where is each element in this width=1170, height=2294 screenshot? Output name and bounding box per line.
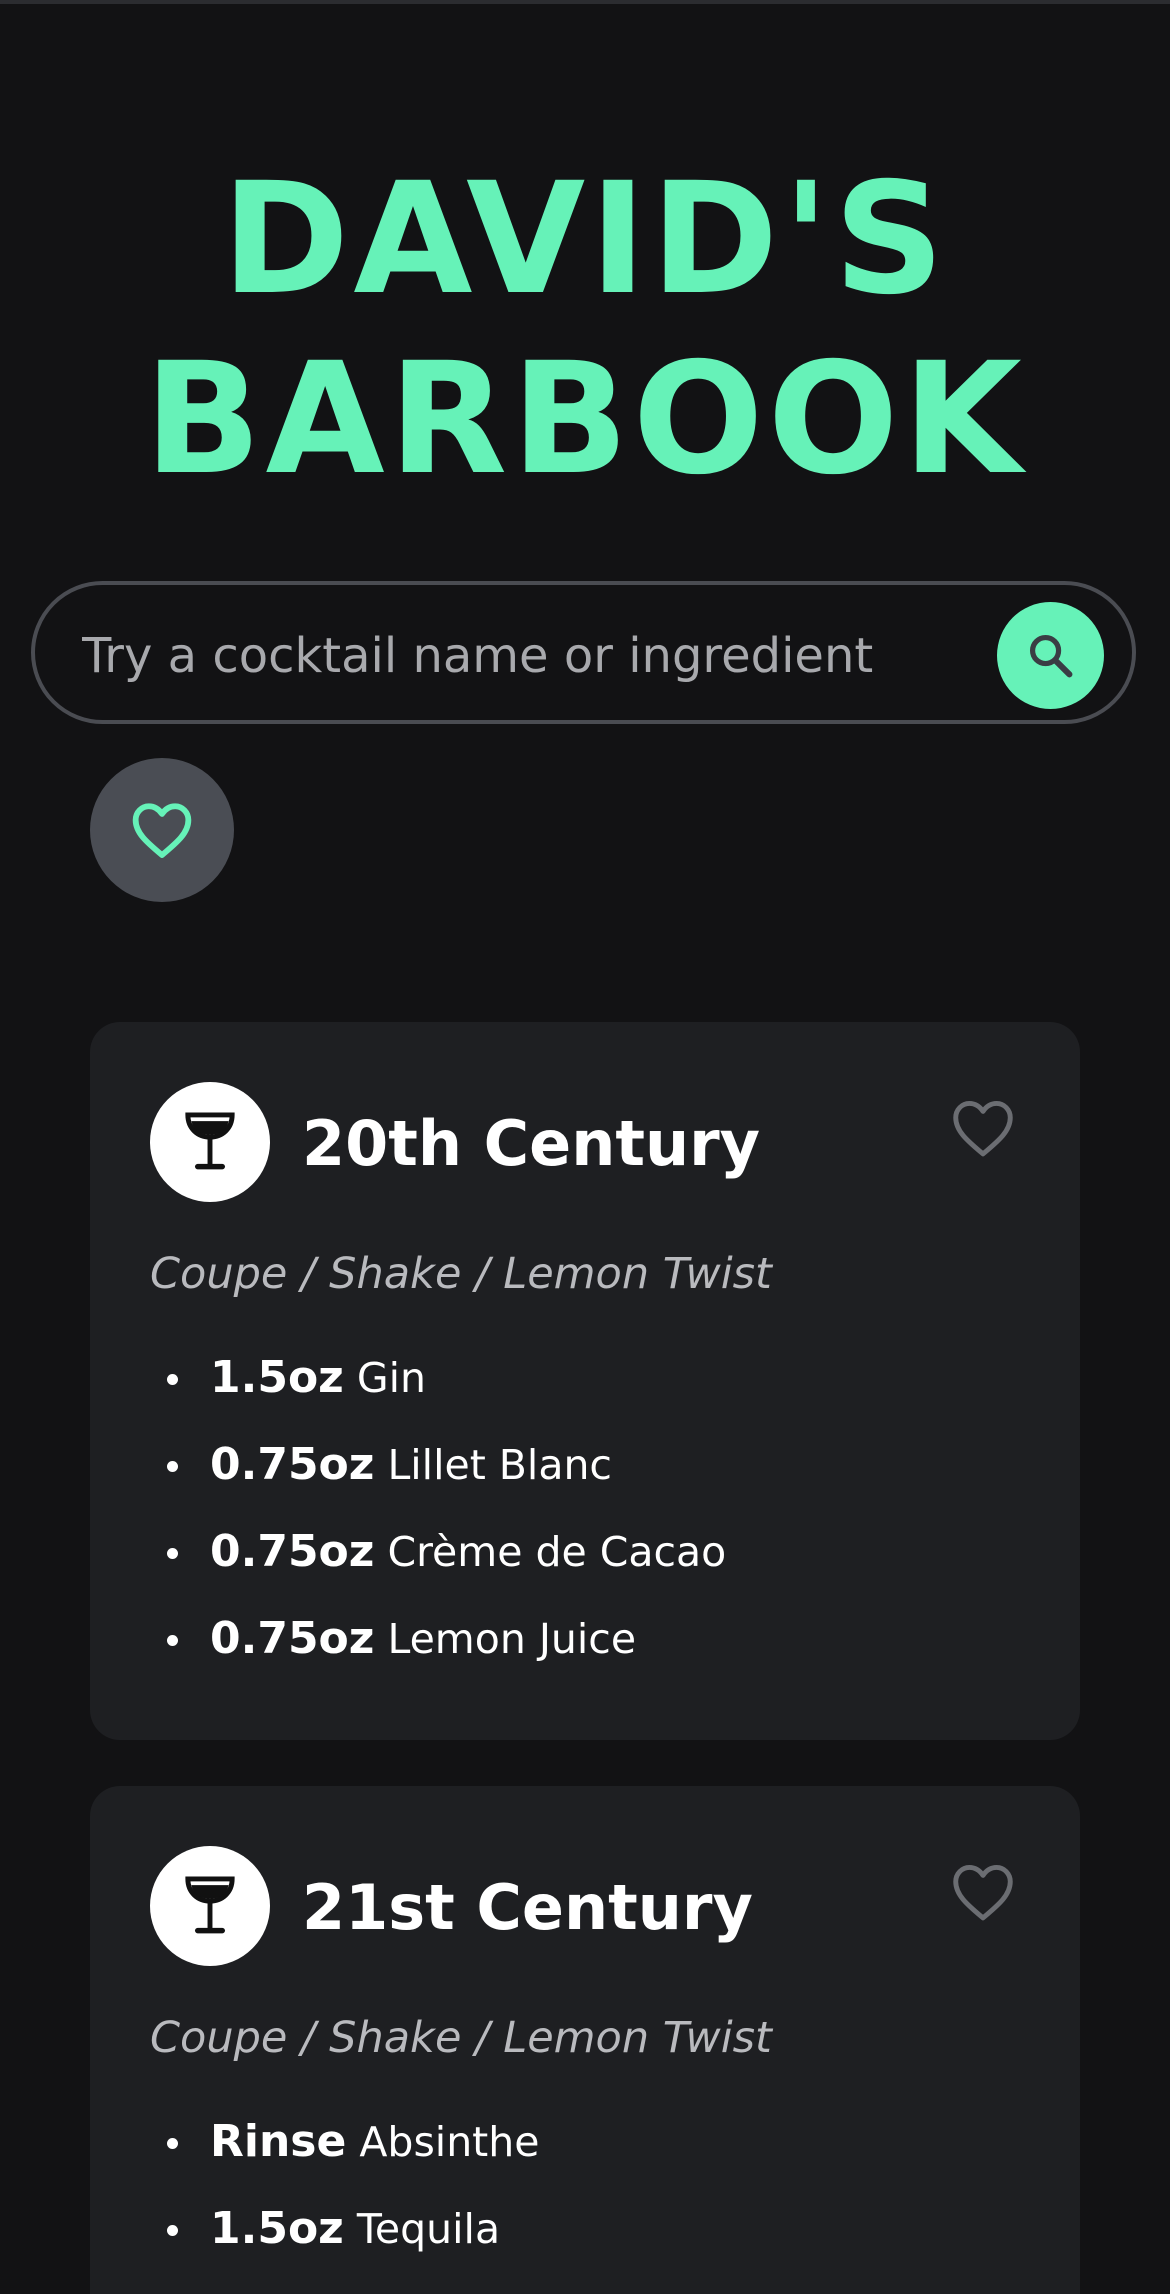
- top-border: [0, 0, 1170, 4]
- ingredient-amount: Rinse: [210, 2116, 347, 2167]
- search-input[interactable]: [80, 615, 984, 697]
- cocktail-name: 20th Century: [302, 1107, 761, 1180]
- page-title: DAVID'S BARBOOK: [144, 150, 1026, 509]
- ingredient-item: 1.5oz Gin: [150, 1352, 726, 1439]
- search-icon: [1029, 634, 1072, 677]
- ingredient-amount: 1.5oz: [210, 2203, 344, 2254]
- cocktail-meta: Coupe / Shake / Lemon Twist: [150, 2013, 772, 2063]
- ingredient-name: Gin: [356, 1354, 426, 1402]
- coupe-glass-icon: [185, 1112, 235, 1170]
- ingredient-item: 0.75oz Crème de Cacao: [150, 1526, 726, 1613]
- cocktail-glass-badge: [150, 1846, 270, 1966]
- coupe-glass-icon: [185, 1876, 235, 1934]
- ingredient-amount: 0.75oz: [210, 1439, 375, 1490]
- cocktail-card[interactable]: 21st Century Coupe / Shake / Lemon Twist…: [90, 1786, 1080, 2294]
- ingredient-item: 0.75oz Lillet Blanc: [150, 1439, 726, 1526]
- heart-outline-icon[interactable]: [950, 1098, 1016, 1158]
- cocktail-card[interactable]: 20th Century Coupe / Shake / Lemon Twist…: [90, 1022, 1080, 1740]
- ingredient-item: 1.5oz Tequila: [150, 2203, 539, 2290]
- ingredient-name: Absinthe: [359, 2118, 540, 2166]
- ingredient-amount: 1.5oz: [210, 1352, 344, 1403]
- cocktail-name: 21st Century: [302, 1871, 753, 1944]
- ingredient-name: Lillet Blanc: [387, 1441, 612, 1489]
- cocktail-meta: Coupe / Shake / Lemon Twist: [150, 1249, 772, 1299]
- ingredient-name: Lemon Juice: [387, 1615, 637, 1663]
- heart-outline-icon[interactable]: [950, 1862, 1016, 1922]
- ingredient-name: Tequila: [356, 2205, 501, 2253]
- ingredient-amount: 0.75oz: [210, 1526, 375, 1577]
- ingredient-list: Rinse Absinthe 1.5oz Tequila: [150, 2116, 539, 2290]
- ingredient-name: Crème de Cacao: [387, 1528, 727, 1576]
- search-button[interactable]: [997, 602, 1104, 709]
- ingredient-list: 1.5oz Gin 0.75oz Lillet Blanc 0.75oz Crè…: [150, 1352, 726, 1700]
- search-bar: [31, 581, 1136, 724]
- cocktail-glass-badge: [150, 1082, 270, 1202]
- favorites-filter-button[interactable]: [90, 758, 234, 902]
- ingredient-amount: 0.75oz: [210, 1613, 375, 1664]
- ingredient-item: 0.75oz Lemon Juice: [150, 1613, 726, 1700]
- ingredient-item: Rinse Absinthe: [150, 2116, 539, 2203]
- heart-outline-icon: [132, 803, 192, 858]
